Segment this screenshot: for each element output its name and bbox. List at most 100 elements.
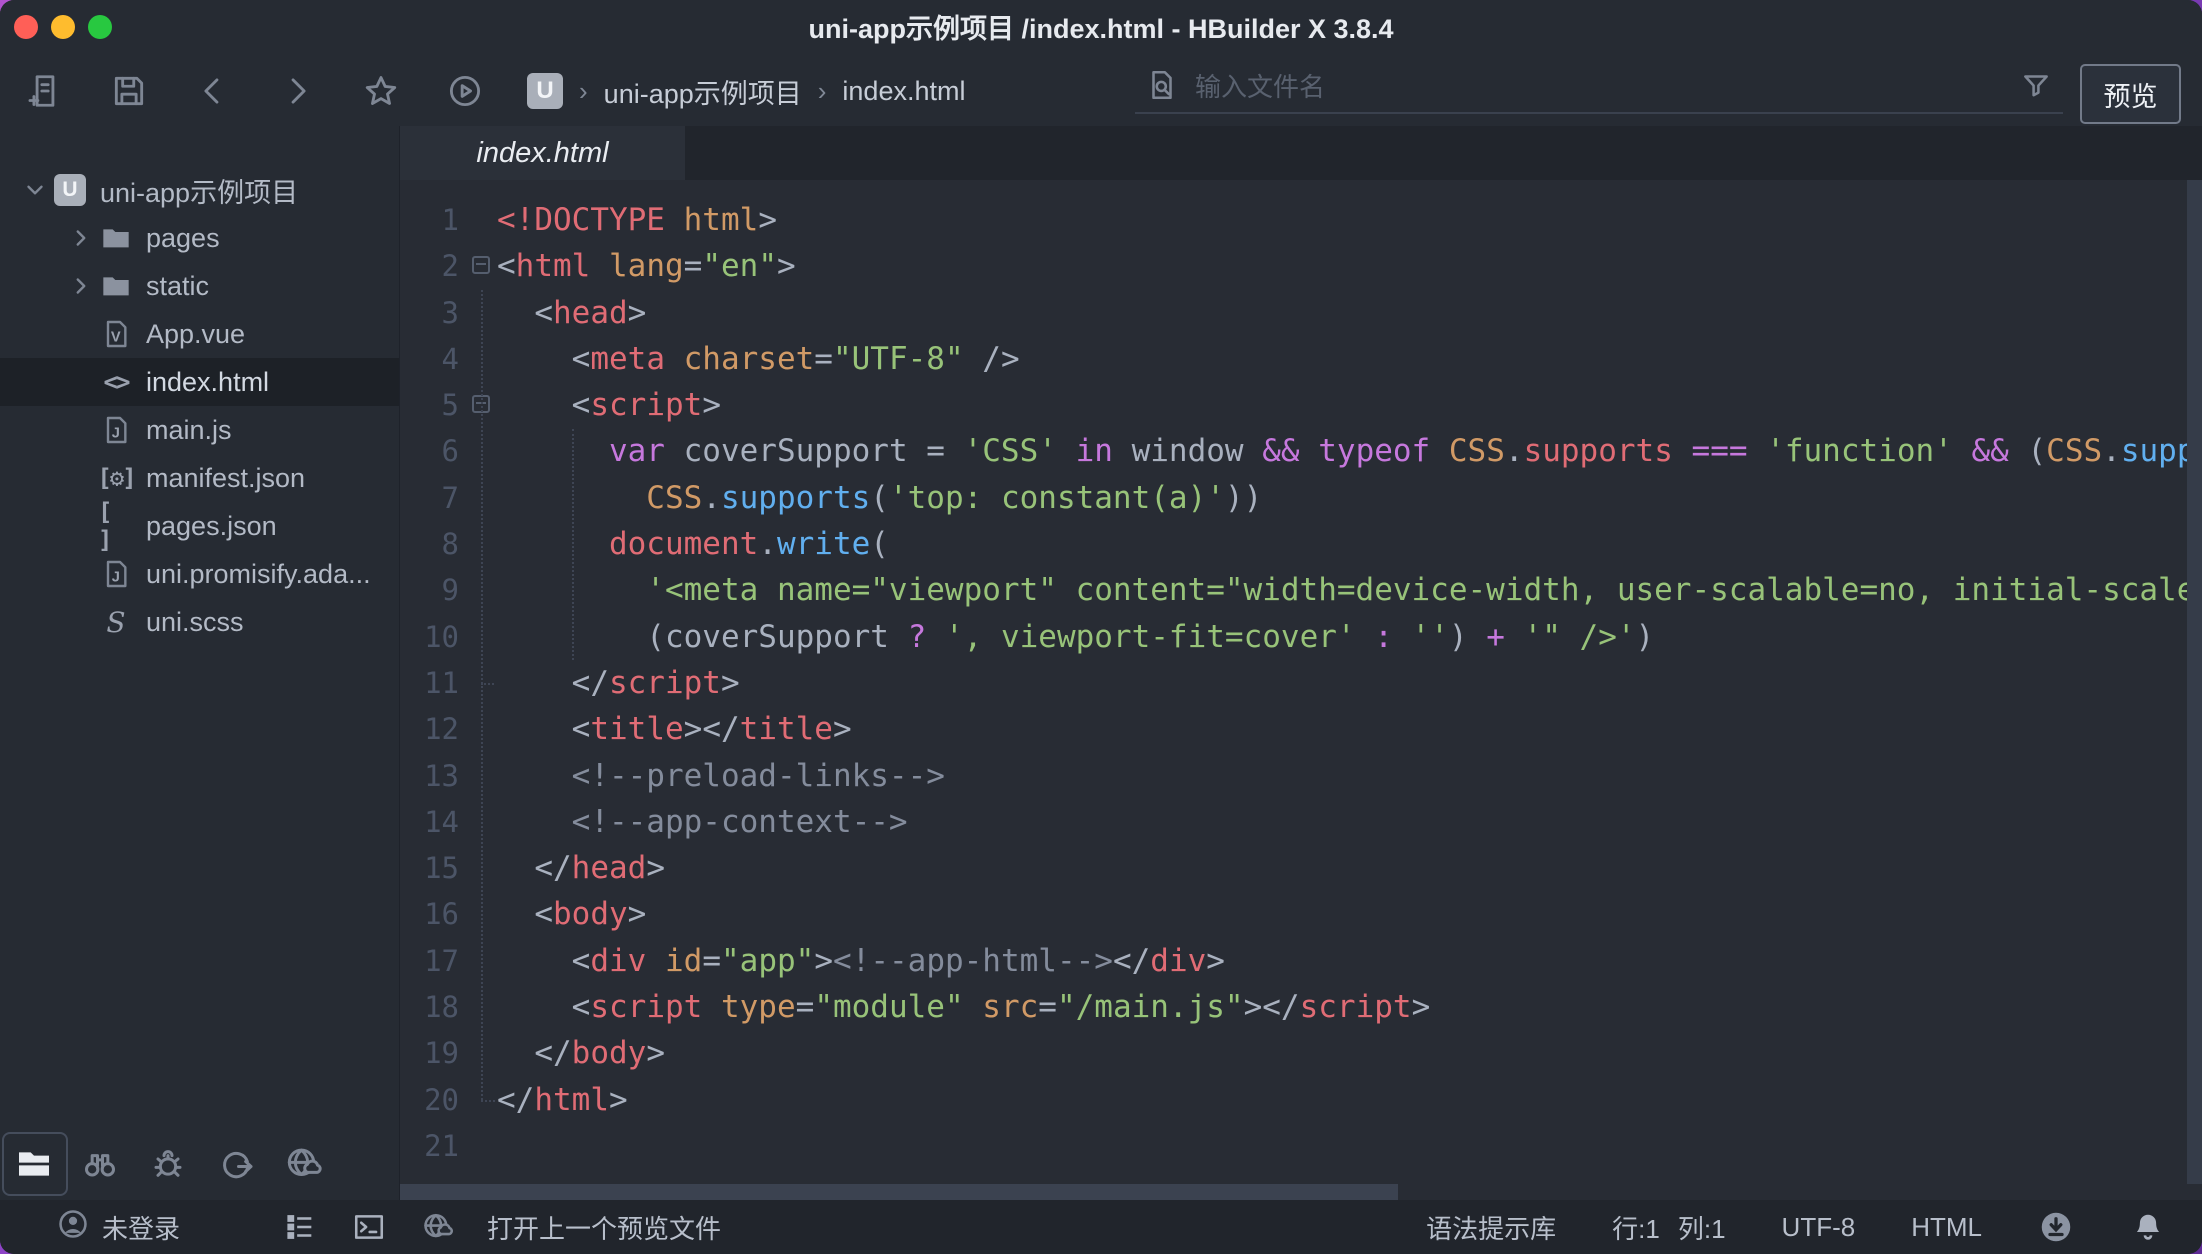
chevron-right-icon[interactable] xyxy=(64,225,98,251)
chevron-right-icon[interactable] xyxy=(64,273,98,299)
code-line-1[interactable]: 1 <!DOCTYPE html> xyxy=(400,197,2202,243)
preview-button[interactable]: 预览 xyxy=(2080,64,2181,124)
svg-text:J: J xyxy=(112,569,120,585)
files-panel-icon[interactable] xyxy=(12,1142,56,1186)
code-text: <title></title> xyxy=(497,706,852,752)
debug-bug-panel-icon[interactable] xyxy=(146,1142,190,1186)
account-status[interactable]: 未登录 xyxy=(56,1200,180,1254)
tree-item-manifest.json[interactable]: [⚙]manifest.json xyxy=(0,454,399,502)
tree-item-static[interactable]: static xyxy=(0,262,399,310)
code-line-3[interactable]: 3 <head> xyxy=(400,290,2202,336)
favorite-star-icon[interactable] xyxy=(362,72,400,110)
code-line-4[interactable]: 4 <meta charset="UTF-8" /> xyxy=(400,336,2202,382)
download-update-icon[interactable] xyxy=(2038,1209,2074,1245)
code-line-5[interactable]: 5 <script> xyxy=(400,382,2202,428)
open-last-preview-button[interactable]: 打开上一个预览文件 xyxy=(487,1200,721,1254)
code-text: <script> xyxy=(497,382,721,428)
outline-list-button[interactable] xyxy=(283,1200,317,1254)
code-text: <body> xyxy=(497,891,646,937)
search-input[interactable] xyxy=(1193,71,2005,104)
terminal-button[interactable] xyxy=(352,1200,386,1254)
language-mode-selector[interactable]: HTML xyxy=(1911,1212,1982,1243)
desktop: uni-app示例项目 /index.html - HBuilder X 3.8… xyxy=(0,0,2202,1254)
line-number: 19 xyxy=(400,1030,459,1076)
line-number: 14 xyxy=(400,799,459,845)
code-line-16[interactable]: 16 <body> xyxy=(400,891,2202,937)
code-line-14[interactable]: 14 <!--app-context--> xyxy=(400,799,2202,845)
tree-item-label: uni.scss xyxy=(146,607,244,638)
tree-item-label: index.html xyxy=(146,367,269,398)
code-line-19[interactable]: 19 </body> xyxy=(400,1030,2202,1076)
code-line-2[interactable]: 2<html lang="en"> xyxy=(400,243,2202,289)
code-line-20[interactable]: 20 </html> xyxy=(400,1077,2202,1123)
tree-item-label: main.js xyxy=(146,415,232,446)
sync-run-panel-icon[interactable] xyxy=(214,1142,258,1186)
line-number: 15 xyxy=(400,845,459,891)
cursor-position[interactable]: 行:1 列:1 xyxy=(1612,1209,1725,1246)
line-number: 2 xyxy=(400,243,459,289)
file-search-box xyxy=(1135,62,2063,114)
code-editor[interactable]: 1 <!DOCTYPE html>2<html lang="en">3 <head… xyxy=(400,180,2202,1200)
vertical-scrollbar[interactable] xyxy=(2187,180,2202,1184)
nav-back-icon[interactable] xyxy=(194,72,232,110)
filter-funnel-icon[interactable] xyxy=(2019,68,2053,107)
title-bar: uni-app示例项目 /index.html - HBuilder X 3.8… xyxy=(0,0,2202,56)
code-line-18[interactable]: 18 <script type="module" src="/main.js">… xyxy=(400,984,2202,1030)
sidebar-bottom-toolbar xyxy=(0,1134,400,1196)
web-cloud-panel-icon[interactable] xyxy=(282,1142,326,1186)
code-line-11[interactable]: 11 </script> xyxy=(400,660,2202,706)
run-icon[interactable] xyxy=(446,72,484,110)
code-text: CSS.supports('top: constant(a)')) xyxy=(497,475,1262,521)
search-binoculars-panel-icon[interactable] xyxy=(78,1142,122,1186)
chevron-down-icon[interactable] xyxy=(18,177,52,203)
nav-forward-icon[interactable] xyxy=(278,72,316,110)
web-preview-icon xyxy=(421,1200,455,1254)
login-status-label: 未登录 xyxy=(102,1209,180,1246)
encoding-selector[interactable]: UTF-8 xyxy=(1782,1212,1856,1243)
fold-marker-icon[interactable] xyxy=(472,256,490,274)
fold-guide-end xyxy=(481,1100,495,1102)
code-line-13[interactable]: 13 <!--preload-links--> xyxy=(400,753,2202,799)
notifications-bell-icon[interactable] xyxy=(2130,1209,2166,1245)
tree-item-pages.json[interactable]: [ ]pages.json xyxy=(0,502,399,550)
breadcrumb-file[interactable]: index.html xyxy=(842,76,965,107)
tree-item-index.html[interactable]: <> index.html xyxy=(0,358,399,406)
tree-item-label: uni.promisify.ada... xyxy=(146,559,371,590)
code-line-10[interactable]: 10 (coverSupport ? ', viewport-fit=cover… xyxy=(400,614,2202,660)
line-number: 16 xyxy=(400,891,459,937)
hbuilderx-window: uni-app示例项目 /index.html - HBuilder X 3.8… xyxy=(0,0,2202,1254)
code-line-21[interactable]: 21 xyxy=(400,1123,2202,1169)
line-number: 20 xyxy=(400,1077,459,1123)
uniapp-logo-icon: U xyxy=(527,73,563,109)
tree-item-uni.promisify.ada...[interactable]: Juni.promisify.ada... xyxy=(0,550,399,598)
line-number: 7 xyxy=(400,475,459,521)
code-line-17[interactable]: 17 <div id="app"><!--app-html--></div> xyxy=(400,938,2202,984)
line-number: 1 xyxy=(400,197,459,243)
save-icon[interactable] xyxy=(110,72,148,110)
breadcrumb-project[interactable]: uni-app示例项目 xyxy=(604,72,802,111)
tree-item-main.js[interactable]: Jmain.js xyxy=(0,406,399,454)
line-number: 5 xyxy=(400,382,459,428)
code-line-8[interactable]: 8 document.write( xyxy=(400,521,2202,567)
syntax-library-button[interactable]: 语法提示库 xyxy=(1426,1209,1556,1246)
toolbar-icons xyxy=(26,56,484,126)
open-last-preview-label: 打开上一个预览文件 xyxy=(487,1209,721,1246)
tree-item-pages[interactable]: pages xyxy=(0,214,399,262)
code-text: </html> xyxy=(497,1077,628,1123)
line-indicator: 行:1 xyxy=(1612,1209,1660,1246)
code-line-9[interactable]: 9 '<meta name="viewport" content="width=… xyxy=(400,567,2202,613)
tree-item-uni-app-[interactable]: Uuni-app示例项目 xyxy=(0,166,399,214)
tab-index-html[interactable]: index.html xyxy=(400,126,685,180)
new-file-icon[interactable] xyxy=(26,72,64,110)
code-text: <!DOCTYPE html> xyxy=(497,197,777,243)
html-file-icon: <> xyxy=(98,364,134,400)
statusbar-right: 语法提示库 行:1 列:1 UTF-8 HTML xyxy=(1426,1200,2166,1254)
tree-item-uni.scss[interactable]: Suni.scss xyxy=(0,598,399,646)
code-line-6[interactable]: 6 var coverSupport = 'CSS' in window && … xyxy=(400,428,2202,474)
window-title: uni-app示例项目 /index.html - HBuilder X 3.8… xyxy=(0,0,2202,56)
code-line-15[interactable]: 15 </head> xyxy=(400,845,2202,891)
horizontal-scrollbar[interactable] xyxy=(400,1184,1398,1200)
code-line-7[interactable]: 7 CSS.supports('top: constant(a)')) xyxy=(400,475,2202,521)
code-line-12[interactable]: 12 <title></title> xyxy=(400,706,2202,752)
tree-item-App.vue[interactable]: VApp.vue xyxy=(0,310,399,358)
